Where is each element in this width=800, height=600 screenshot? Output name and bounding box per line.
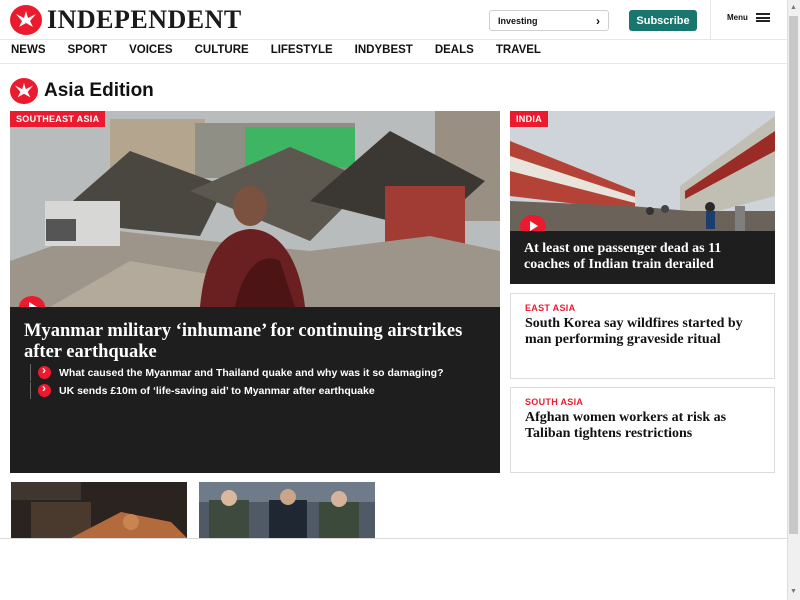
nav-item-indybest[interactable]: INDYBEST bbox=[355, 40, 413, 63]
nav-item-lifestyle[interactable]: LIFESTYLE bbox=[271, 40, 333, 63]
category-label[interactable]: EAST ASIA bbox=[525, 303, 575, 313]
investing-label: Investing bbox=[498, 15, 538, 26]
related-link[interactable]: UK sends £10m of ‘life-saving aid’ to My… bbox=[30, 381, 375, 399]
nav-item-culture[interactable]: CULTURE bbox=[195, 40, 249, 63]
related-arrow-icon bbox=[38, 381, 51, 397]
site-header: INDEPENDENT Investing › Subscribe Menu bbox=[0, 0, 787, 40]
eagle-logo-icon bbox=[10, 5, 42, 35]
chevron-right-icon: › bbox=[596, 13, 600, 28]
story-headline[interactable]: Afghan women workers at risk as Taliban … bbox=[525, 410, 765, 442]
menu-label: Menu bbox=[727, 13, 748, 22]
main-nav: NEWS SPORT VOICES CULTURE LIFESTYLE INDY… bbox=[0, 40, 787, 64]
header-divider bbox=[710, 0, 711, 40]
related-arrow-icon bbox=[38, 363, 51, 379]
text-story-card[interactable]: EAST ASIA South Korea say wildfires star… bbox=[510, 293, 775, 379]
lead-story-card[interactable]: SOUTHEAST ASIA Myanmar military ‘inhuman… bbox=[10, 111, 500, 473]
play-icon[interactable] bbox=[520, 215, 546, 231]
scroll-down-icon[interactable]: ▼ bbox=[788, 586, 799, 598]
divider bbox=[0, 538, 787, 539]
scroll-up-icon[interactable]: ▲ bbox=[788, 2, 799, 14]
nav-item-sport[interactable]: SPORT bbox=[68, 40, 108, 63]
nav-item-news[interactable]: NEWS bbox=[11, 40, 46, 63]
page-title: Asia Edition bbox=[44, 80, 154, 101]
scrollbar-thumb[interactable] bbox=[789, 16, 798, 534]
side-story-image[interactable]: INDIA bbox=[510, 111, 775, 231]
text-story-card[interactable]: SOUTH ASIA Afghan women workers at risk … bbox=[510, 387, 775, 473]
story-thumbnail[interactable] bbox=[199, 482, 375, 538]
section-heading: Asia Edition bbox=[10, 78, 154, 104]
lead-story-image[interactable]: SOUTHEAST ASIA bbox=[10, 111, 500, 307]
story-headline[interactable]: South Korea say wildfires started by man… bbox=[525, 316, 765, 348]
side-story-card[interactable]: INDIA At least one passenger dead as 11 … bbox=[510, 111, 775, 284]
nav-item-travel[interactable]: TRAVEL bbox=[496, 40, 541, 63]
nav-item-deals[interactable]: DEALS bbox=[435, 40, 474, 63]
related-link[interactable]: What caused the Myanmar and Thailand qua… bbox=[30, 363, 444, 381]
lead-story-headline[interactable]: Myanmar military ‘inhumane’ for continui… bbox=[24, 321, 484, 363]
side-story-headline[interactable]: At least one passenger dead as 11 coache… bbox=[524, 241, 764, 273]
subscribe-button[interactable]: Subscribe bbox=[629, 10, 697, 31]
category-tag[interactable]: SOUTHEAST ASIA bbox=[10, 111, 106, 127]
eagle-logo-icon bbox=[10, 78, 38, 104]
category-tag[interactable]: INDIA bbox=[510, 111, 548, 127]
logo-wordmark: INDEPENDENT bbox=[47, 5, 242, 34]
investing-dropdown[interactable]: Investing › bbox=[489, 10, 609, 31]
nav-item-voices[interactable]: VOICES bbox=[129, 40, 172, 63]
related-link-text: What caused the Myanmar and Thailand qua… bbox=[59, 366, 444, 379]
hamburger-menu-icon bbox=[755, 13, 770, 22]
category-label[interactable]: SOUTH ASIA bbox=[525, 397, 583, 407]
related-link-text: UK sends £10m of ‘life-saving aid’ to My… bbox=[59, 384, 375, 397]
menu-button[interactable]: Menu bbox=[727, 13, 770, 22]
site-logo[interactable]: INDEPENDENT bbox=[10, 5, 242, 35]
story-thumbnail[interactable] bbox=[11, 482, 187, 538]
